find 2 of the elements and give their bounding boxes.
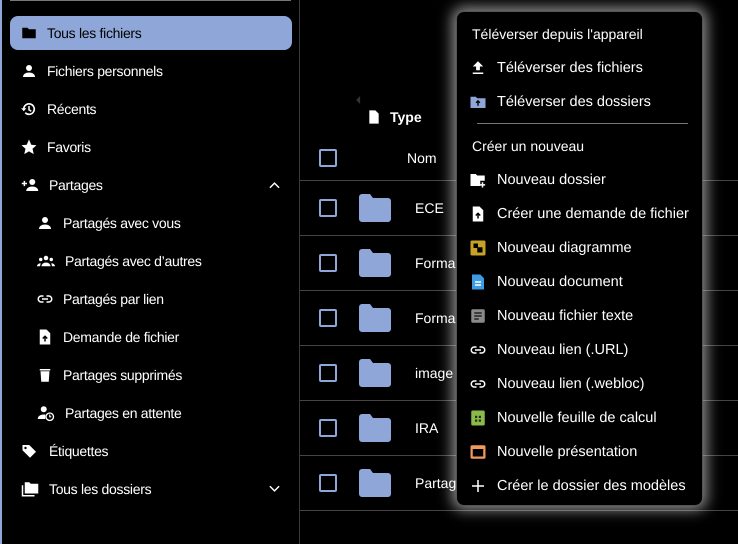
menu-section-title: Créer un nouveau xyxy=(471,137,586,156)
menu-section-title: Téléverser depuis l'appareil xyxy=(471,25,644,44)
